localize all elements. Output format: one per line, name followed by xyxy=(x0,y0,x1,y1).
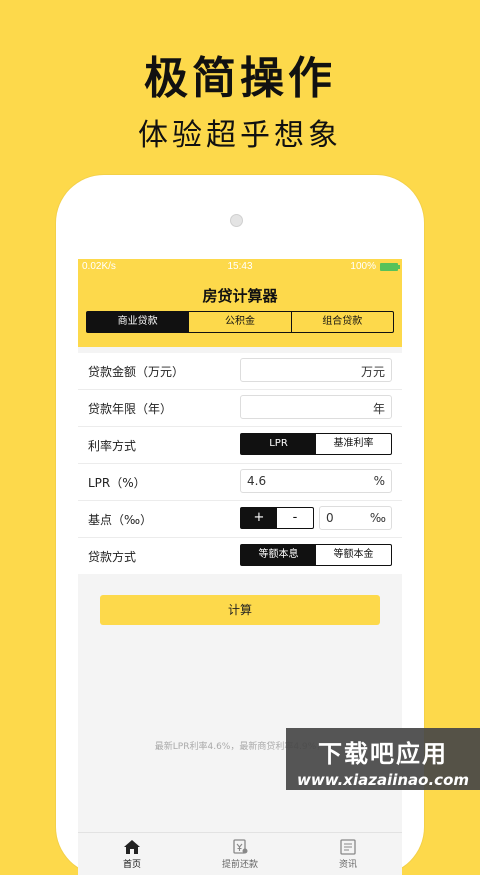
row-loan-term: 贷款年限（年） 年 xyxy=(78,390,402,427)
tabbar-prepayment[interactable]: 提前还款 xyxy=(186,833,294,875)
rate-option-lpr[interactable]: LPR xyxy=(241,434,316,454)
basis-points-input[interactable]: 0 ‰ xyxy=(319,506,392,530)
loan-amount-label: 贷款金额（万元） xyxy=(88,364,185,379)
loan-amount-input[interactable]: 万元 xyxy=(240,358,392,382)
promo-title: 极简操作 xyxy=(144,53,336,104)
watermark-url: www.xiazaiinao.com xyxy=(296,771,470,789)
calculate-button[interactable]: 计算 xyxy=(100,595,380,625)
row-repay-method: 贷款方式 等额本息 等额本金 xyxy=(78,538,402,574)
repay-option-equal-principal[interactable]: 等额本金 xyxy=(316,545,391,565)
repay-method-label: 贷款方式 xyxy=(88,549,137,564)
bottom-tab-bar: 首页 提前还款 资讯 xyxy=(78,832,402,875)
tab-provident-fund[interactable]: 公积金 xyxy=(188,312,290,332)
rate-method-toggle: LPR 基准利率 xyxy=(240,433,392,455)
basis-points-value: 0 xyxy=(326,511,334,525)
tabbar-home[interactable]: 首页 xyxy=(78,833,186,875)
tabbar-news-label: 资讯 xyxy=(338,860,357,870)
site-watermark: 下载吧应用 www.xiazaiinao.com xyxy=(286,728,480,790)
battery-status: 100% xyxy=(350,261,400,272)
camera-dot xyxy=(230,214,243,227)
lpr-input[interactable]: 4.6 % xyxy=(240,469,392,493)
promo-subtitle: 体验超乎想象 xyxy=(138,118,342,153)
tab-commercial-loan[interactable]: 商业贷款 xyxy=(87,312,189,332)
watermark-title: 下载吧应用 xyxy=(318,740,448,768)
loan-term-unit: 年 xyxy=(372,402,385,416)
tabbar-home-label: 首页 xyxy=(122,860,141,870)
rate-option-benchmark[interactable]: 基准利率 xyxy=(316,434,391,454)
repay-option-equal-installment[interactable]: 等额本息 xyxy=(241,545,316,565)
loan-form: 贷款金额（万元） 万元 贷款年限（年） 年 利率方式 LPR 基准利率 LPR（ xyxy=(78,353,402,574)
loan-type-tabs: 商业贷款 公积金 组合贷款 xyxy=(86,311,394,333)
lpr-label: LPR（%） xyxy=(88,475,146,490)
row-lpr: LPR（%） 4.6 % xyxy=(78,464,402,501)
basis-points-label: 基点（‰） xyxy=(88,512,153,527)
app-title: 房贷计算器 xyxy=(202,287,278,305)
row-basis-points: 基点（‰） + - 0 ‰ xyxy=(78,501,402,538)
rate-method-label: 利率方式 xyxy=(88,438,137,453)
loan-term-label: 贷款年限（年） xyxy=(88,401,173,416)
tabbar-news[interactable]: 资讯 xyxy=(294,833,402,875)
minus-button[interactable]: - xyxy=(277,508,313,528)
lpr-value: 4.6 xyxy=(247,474,267,488)
status-bar: 0.02K/s 15:43 100% xyxy=(78,259,402,275)
loan-term-input[interactable]: 年 xyxy=(240,395,392,419)
loan-amount-unit: 万元 xyxy=(360,365,385,379)
lpr-unit: % xyxy=(373,474,385,488)
battery-percent: 100% xyxy=(350,261,376,272)
battery-icon xyxy=(380,262,400,271)
row-rate-method: 利率方式 LPR 基准利率 xyxy=(78,427,402,464)
basis-points-unit: ‰ xyxy=(369,511,386,525)
news-icon xyxy=(340,839,356,855)
basis-points-stepper: + - xyxy=(240,507,314,529)
prepayment-icon xyxy=(233,839,248,854)
plus-button[interactable]: + xyxy=(241,508,277,528)
repay-method-toggle: 等额本息 等额本金 xyxy=(240,544,392,566)
tabbar-prepayment-label: 提前还款 xyxy=(221,860,258,870)
row-loan-amount: 贷款金额（万元） 万元 xyxy=(78,353,402,390)
home-icon xyxy=(124,840,140,854)
tab-combined-loan[interactable]: 组合贷款 xyxy=(290,312,393,332)
app-header: 0.02K/s 15:43 100% 房贷计算器 商业贷款 公积金 组合贷款 xyxy=(78,259,402,347)
